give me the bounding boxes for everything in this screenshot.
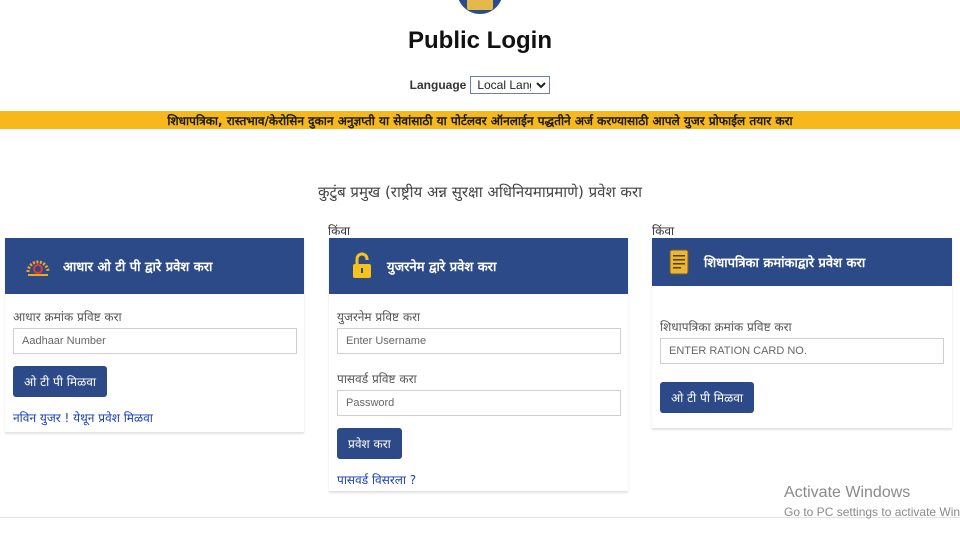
aadhaar-card-title: आधार ओ टी पी द्वारे प्रवेश करा bbox=[63, 260, 213, 275]
aadhaar-logo-icon bbox=[23, 251, 53, 281]
username-field-label: युजरनेम प्रविष्ट करा bbox=[337, 310, 421, 324]
page-title: Public Login bbox=[408, 27, 552, 54]
login-button[interactable]: प्रवेश करा bbox=[337, 428, 402, 459]
ration-field-label: शिधापत्रिका क्रमांक प्रविष्ट करा bbox=[660, 320, 792, 334]
aadhaar-card-body: आधार क्रमांक प्रविष्ट करा ओ टी पी मिळवा … bbox=[5, 294, 304, 438]
username-login-card: युजरनेम द्वारे प्रवेश करा युजरनेम प्रविष… bbox=[329, 238, 628, 492]
aadhaar-login-card: आधार ओ टी पी द्वारे प्रवेश करा आधार क्रम… bbox=[5, 238, 304, 433]
aadhaar-number-input[interactable] bbox=[13, 328, 297, 354]
watermark-title: Activate Windows bbox=[784, 484, 911, 501]
ration-card-title: शिधापत्रिका क्रमांकाद्वारे प्रवेश करा bbox=[704, 256, 866, 271]
ration-card-body: शिधापत्रिका क्रमांक प्रविष्ट करा ओ टी पी… bbox=[652, 286, 952, 425]
ration-card-icon bbox=[664, 247, 694, 277]
forgot-password-link[interactable]: पासवर्ड विसरला ? bbox=[337, 471, 620, 488]
aadhaar-get-otp-button[interactable]: ओ टी पी मिळवा bbox=[13, 366, 107, 397]
ration-card-number-input[interactable] bbox=[660, 338, 944, 364]
ration-card-login-card: शिधापत्रिका क्रमांकाद्वारे प्रवेश करा शि… bbox=[652, 238, 952, 429]
or-label-1: किंवा bbox=[328, 224, 351, 238]
site-logo bbox=[457, 0, 503, 14]
watermark-subtitle: Go to PC settings to activate Windows. bbox=[784, 505, 960, 519]
activate-windows-watermark: Activate Windows Go to PC settings to ac… bbox=[784, 484, 960, 519]
or-label-2: किंवा bbox=[652, 224, 675, 238]
password-input[interactable] bbox=[337, 390, 621, 416]
padlock-icon bbox=[347, 251, 377, 281]
aadhaar-card-header: आधार ओ टी पी द्वारे प्रवेश करा bbox=[5, 238, 304, 294]
section-heading: कुटुंब प्रमुख (राष्ट्रीय अन्न सुरक्षा अध… bbox=[318, 183, 642, 201]
ration-card-header: शिधापत्रिका क्रमांकाद्वारे प्रवेश करा bbox=[652, 238, 952, 286]
username-input[interactable] bbox=[337, 328, 621, 354]
new-user-link[interactable]: नविन युजर ! येथून प्रवेश मिळवा bbox=[13, 409, 296, 426]
login-page: Public Login Language Local Langu शिधापत… bbox=[0, 0, 960, 540]
username-card-title: युजरनेम द्वारे प्रवेश करा bbox=[387, 260, 497, 275]
ration-get-otp-button[interactable]: ओ टी पी मिळवा bbox=[660, 382, 754, 413]
language-select[interactable]: Local Langu bbox=[470, 76, 551, 94]
aadhaar-field-label: आधार क्रमांक प्रविष्ट करा bbox=[13, 310, 122, 324]
username-card-header: युजरनेम द्वारे प्रवेश करा bbox=[329, 238, 628, 294]
info-banner: शिधापत्रिका, रास्तभाव/केरोसिन दुकान अनुज… bbox=[0, 111, 960, 129]
language-row: Language Local Langu bbox=[0, 76, 960, 94]
password-field-label: पासवर्ड प्रविष्ट करा bbox=[337, 372, 417, 386]
username-card-body: युजरनेम प्रविष्ट करा पासवर्ड प्रविष्ट कर… bbox=[329, 294, 628, 500]
language-label: Language bbox=[409, 78, 467, 92]
